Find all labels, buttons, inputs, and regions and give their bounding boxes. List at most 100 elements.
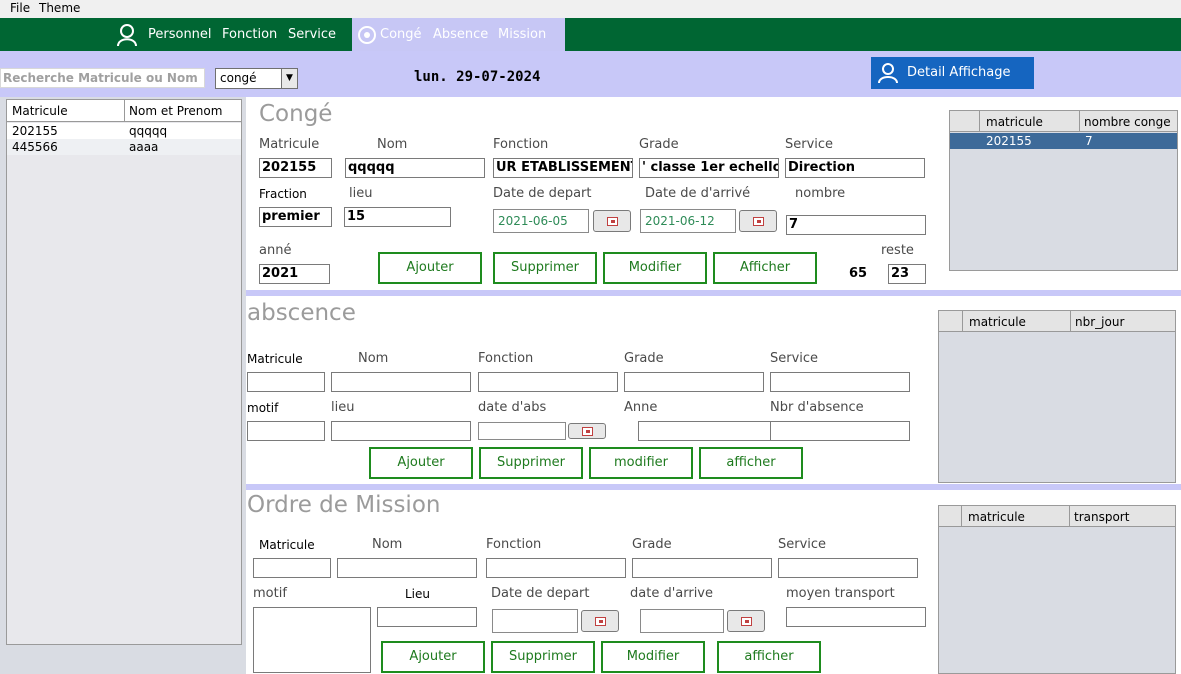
- conge-nom-field[interactable]: qqqqq: [345, 158, 485, 178]
- label-lieu: Lieu: [405, 587, 431, 601]
- mission-date-arrive-field[interactable]: [640, 609, 724, 633]
- mission-transport-field[interactable]: [786, 607, 926, 627]
- absence-nom-field[interactable]: [331, 372, 471, 392]
- col-transport[interactable]: transport: [1074, 510, 1129, 524]
- calendar-icon[interactable]: [593, 210, 631, 232]
- user-icon: [117, 24, 137, 47]
- col-nombre-conge[interactable]: nombre conge: [1084, 115, 1171, 129]
- absence-matricule-field[interactable]: [247, 372, 325, 392]
- nav-service[interactable]: Service: [288, 27, 336, 42]
- absence-motif-field[interactable]: [247, 421, 325, 441]
- label-matricule: Matricule: [259, 538, 315, 552]
- type-select-value: congé: [220, 71, 257, 85]
- conge-modifier-button[interactable]: Modifier: [603, 252, 707, 284]
- label-fraction: Fraction: [259, 187, 307, 201]
- conge-nombre-field[interactable]: 7: [786, 215, 926, 235]
- table-row[interactable]: 202155 qqqqq: [7, 123, 241, 139]
- menu-theme[interactable]: Theme: [39, 1, 80, 15]
- label-service: Service: [785, 137, 834, 152]
- conge-anne-field[interactable]: 2021: [259, 264, 330, 284]
- conge-service-field[interactable]: Direction: [785, 158, 925, 178]
- detail-affichage-button[interactable]: Detail Affichage: [871, 57, 1034, 89]
- mission-afficher-button[interactable]: afficher: [717, 641, 821, 673]
- calendar-icon[interactable]: [581, 610, 619, 632]
- menu-file[interactable]: File: [10, 1, 30, 15]
- absence-grade-field[interactable]: [624, 372, 764, 392]
- label-service: Service: [778, 537, 827, 552]
- mission-fonction-field[interactable]: [486, 558, 626, 578]
- mission-grade-field[interactable]: [632, 558, 772, 578]
- label-date-abs: date d'abs: [478, 400, 547, 415]
- label-motif: motif: [247, 401, 279, 415]
- calendar-icon[interactable]: [568, 423, 606, 439]
- label-anne: Anne: [624, 400, 658, 415]
- col-matricule[interactable]: matricule: [986, 115, 1043, 129]
- absence-title: abscence: [247, 300, 356, 326]
- label-date-depart: Date de depart: [493, 186, 592, 201]
- nav-fonction[interactable]: Fonction: [222, 27, 277, 42]
- absence-date-field[interactable]: [478, 422, 566, 440]
- conge-afficher-button[interactable]: Afficher: [713, 252, 817, 284]
- nav-personnel[interactable]: Personnel: [148, 27, 212, 42]
- user-icon: [878, 63, 898, 84]
- mission-table[interactable]: matricule transport: [938, 505, 1176, 674]
- mission-matricule-field[interactable]: [253, 558, 331, 578]
- mission-title: Ordre de Mission: [247, 492, 441, 518]
- absence-anne-field[interactable]: [638, 421, 778, 441]
- absence-supprimer-button[interactable]: Supprimer: [479, 447, 583, 479]
- conge-fraction-field[interactable]: premier: [259, 207, 332, 227]
- conge-supprimer-button[interactable]: Supprimer: [493, 252, 597, 284]
- conge-ajouter-button[interactable]: Ajouter: [378, 252, 482, 284]
- calendar-icon[interactable]: [727, 610, 765, 632]
- mission-nom-field[interactable]: [337, 558, 477, 578]
- mission-supprimer-button[interactable]: Supprimer: [491, 641, 595, 673]
- absence-fonction-field[interactable]: [478, 372, 618, 392]
- absence-afficher-button[interactable]: afficher: [699, 447, 803, 479]
- table-row[interactable]: 445566 aaaa: [7, 139, 241, 155]
- conge-fonction-field[interactable]: UR ETABLISSEMENT: [493, 158, 633, 178]
- label-grade: Grade: [624, 351, 664, 366]
- col-matricule[interactable]: Matricule: [12, 104, 68, 118]
- mission-motif-field[interactable]: [253, 607, 371, 673]
- conge-matricule-field[interactable]: 202155: [259, 158, 332, 178]
- conge-table[interactable]: matricule nombre conge 202155 7: [949, 110, 1178, 271]
- nav-mission[interactable]: Mission: [498, 27, 546, 42]
- absence-table[interactable]: matricule nbr_jour: [938, 310, 1176, 483]
- label-nombre: nombre: [795, 186, 846, 201]
- mission-lieu-field[interactable]: [377, 607, 477, 627]
- calendar-icon[interactable]: [739, 210, 777, 232]
- col-nbr-jour[interactable]: nbr_jour: [1075, 315, 1124, 329]
- label-fonction: Fonction: [478, 351, 534, 366]
- absence-modifier-button[interactable]: modifier: [589, 447, 693, 479]
- absence-lieu-field[interactable]: [331, 421, 471, 441]
- chevron-down-icon[interactable]: ▼: [281, 69, 297, 88]
- conge-grade-field[interactable]: ' classe 1er echellon: [639, 158, 779, 178]
- mission-modifier-button[interactable]: Modifier: [601, 641, 705, 673]
- table-row[interactable]: 202155 7: [950, 133, 1177, 149]
- label-nom: Nom: [372, 537, 403, 552]
- col-nom-prenom[interactable]: Nom et Prenom: [129, 104, 222, 118]
- conge-date-arrive-field[interactable]: 2021-06-12: [640, 209, 736, 233]
- cell-nombre-conge: 7: [1085, 134, 1093, 148]
- nav-absence[interactable]: Absence: [433, 27, 488, 42]
- conge-lieu-field[interactable]: 15: [344, 207, 451, 227]
- col-matricule[interactable]: matricule: [969, 315, 1026, 329]
- cell-matricule: 202155: [986, 134, 1032, 148]
- label-fonction: Fonction: [493, 137, 549, 152]
- absence-nbr-field[interactable]: [770, 421, 910, 441]
- table-header: matricule nombre conge: [950, 111, 1177, 132]
- nav-conge[interactable]: Congé: [380, 27, 422, 42]
- mission-ajouter-button[interactable]: Ajouter: [381, 641, 485, 673]
- conge-reste-field[interactable]: 23: [888, 264, 926, 284]
- search-input[interactable]: Recherche Matricule ou Nom: [0, 68, 205, 88]
- type-select[interactable]: congé ▼: [215, 68, 298, 89]
- table-header: matricule nbr_jour: [939, 311, 1175, 332]
- conge-date-depart-field[interactable]: 2021-06-05: [493, 209, 589, 233]
- absence-ajouter-button[interactable]: Ajouter: [369, 447, 473, 479]
- mission-service-field[interactable]: [778, 558, 918, 578]
- col-matricule[interactable]: matricule: [968, 510, 1025, 524]
- personnel-table[interactable]: Matricule Nom et Prenom 202155 qqqqq 445…: [6, 99, 242, 645]
- label-lieu: lieu: [331, 400, 355, 415]
- mission-date-depart-field[interactable]: [492, 609, 578, 633]
- absence-service-field[interactable]: [770, 372, 910, 392]
